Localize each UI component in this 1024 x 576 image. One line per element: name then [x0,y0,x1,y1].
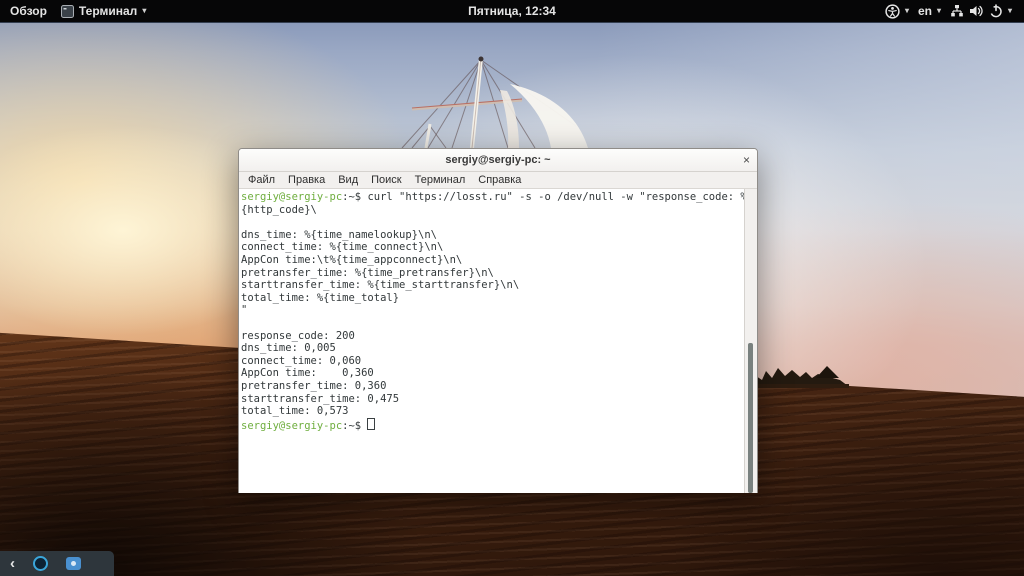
language-label: en [917,4,932,18]
menu-item-file[interactable]: Файл [248,174,275,186]
chevron-down-icon: ▾ [936,6,941,15]
clock-button[interactable]: Пятница, 12:34 [468,4,556,18]
chevron-down-icon: ▾ [1007,6,1012,15]
terminal-line: {http_code}\ [241,203,317,216]
terminal-window: sergiy@sergiy-pc: ~ × Файл Правка Вид Поиск… [238,148,758,493]
scrollbar[interactable] [744,189,757,493]
desktop: Обзор Терминал ▾ Пятница, 12:34 ▾ en ▾ ▾… [0,0,1024,576]
window-title: sergiy@sergiy-pc: ~ [445,154,551,166]
terminal-app-icon [60,4,74,18]
terminal-line: response_code: 200 [241,329,355,342]
terminal-line: total_time: 0,573 [241,405,349,418]
menu-item-terminal[interactable]: Терминал [415,174,466,186]
terminal-line: pretransfer_time: 0,360 [241,379,387,392]
activities-button[interactable]: Обзор [10,0,47,22]
terminal-line: AppCon time:\t%{time_appconnect}\n\ [241,253,463,266]
terminal-line: AppCon time: 0,360 [241,367,374,380]
accessibility-icon [885,3,900,19]
power-icon [990,4,1002,18]
terminal-line: starttransfer_time: %{time_starttransfer… [241,279,520,292]
chevron-down-icon: ▾ [904,6,909,15]
terminal-line: pretransfer_time: %{time_pretransfer}\n\ [241,266,494,279]
menu-bar: Файл Правка Вид Поиск Терминал Справка [239,172,757,189]
menu-item-view[interactable]: Вид [338,174,358,186]
menu-item-edit[interactable]: Правка [288,174,325,186]
language-menu-button[interactable]: en ▾ [918,0,941,22]
app-menu-button[interactable]: Терминал ▾ [60,0,147,22]
terminal-lines: sergiy@sergiy-pc:~$ curl "https://losst.… [241,191,747,432]
terminal-line: total_time: %{time_total} [241,291,400,304]
network-wired-icon [951,5,963,17]
window-title-bar[interactable]: sergiy@sergiy-pc: ~ × [239,149,757,172]
terminal-line: dns_time: 0,005 [241,342,336,355]
app-menu-label: Терминал [78,4,138,18]
scrollbar-thumb[interactable] [748,343,753,493]
terminal-line: starttransfer_time: 0,475 [241,392,400,405]
terminal-line: sergiy@sergiy-pc:~$ [241,417,744,432]
system-menu-button[interactable]: ▾ [950,0,1012,22]
menu-item-help[interactable]: Справка [478,174,521,186]
terminal-cursor [367,417,376,430]
terminal-screen[interactable]: sergiy@sergiy-pc:~$ curl "https://losst.… [239,189,757,493]
terminal-line: sergiy@sergiy-pc:~$ curl "https://losst.… [241,191,747,203]
terminal-line: " [241,304,248,317]
top-bar: Обзор Терминал ▾ Пятница, 12:34 ▾ en ▾ ▾ [0,0,1024,23]
accessibility-menu-button[interactable]: ▾ [885,0,909,22]
collapse-chevron-icon[interactable]: ‹ [10,556,15,571]
corner-dock: ‹ [0,551,114,576]
screenshot-camera-icon[interactable] [66,557,81,570]
menu-item-search[interactable]: Поиск [371,174,401,186]
screen-record-icon[interactable] [33,556,48,571]
terminal-line: dns_time: %{time_namelookup}\n\ [241,228,437,241]
close-button[interactable]: × [743,149,750,171]
terminal-line: connect_time: %{time_connect}\n\ [241,241,444,254]
chevron-down-icon: ▾ [142,6,147,15]
volume-icon [969,5,983,17]
terminal-line: connect_time: 0,060 [241,354,362,367]
